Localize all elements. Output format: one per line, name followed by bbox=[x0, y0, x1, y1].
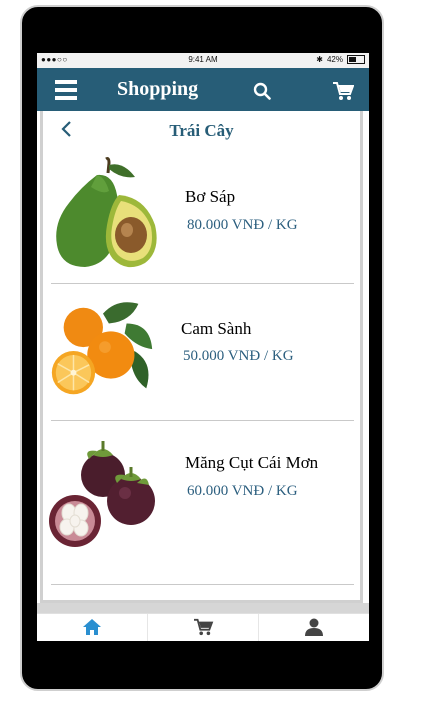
product-name: Cam Sành bbox=[181, 319, 252, 338]
battery-percent: 42% bbox=[326, 55, 343, 64]
divider bbox=[51, 584, 354, 585]
app-title: Shopping bbox=[117, 78, 199, 100]
search-icon[interactable] bbox=[253, 82, 271, 100]
bottom-strip bbox=[37, 603, 369, 613]
product-item[interactable]: Măng Cụt Cái Mơn 60.000 VNĐ / KG bbox=[49, 421, 354, 585]
cart-icon[interactable] bbox=[332, 81, 354, 101]
cart-icon bbox=[194, 618, 214, 636]
product-price: 80.000 VNĐ / KG bbox=[187, 217, 298, 233]
app-header: Shopping bbox=[37, 68, 369, 111]
app-screen: ●●●○○ 9:41 AM ✱ 42% Shopping Trái Cây Bơ… bbox=[37, 53, 369, 641]
status-right: ✱ 42% bbox=[316, 55, 365, 64]
tab-home[interactable] bbox=[37, 614, 148, 641]
mangosteen-image bbox=[49, 441, 155, 547]
avocado-image bbox=[56, 157, 157, 268]
content-panel: Trái Cây Bơ Sáp 80.000 VNĐ / KG Cam Sành… bbox=[40, 111, 363, 603]
product-item[interactable]: Bơ Sáp 80.000 VNĐ / KG bbox=[51, 149, 354, 284]
product-price: 50.000 VNĐ / KG bbox=[183, 348, 294, 364]
battery-icon bbox=[347, 55, 365, 64]
tab-cart[interactable] bbox=[148, 614, 259, 641]
orange-image bbox=[51, 302, 153, 395]
tab-profile[interactable] bbox=[259, 614, 369, 641]
product-price: 60.000 VNĐ / KG bbox=[187, 483, 298, 499]
home-icon bbox=[83, 619, 101, 635]
bluetooth-icon: ✱ bbox=[316, 55, 323, 64]
menu-icon[interactable] bbox=[55, 80, 77, 100]
page-title: Trái Cây bbox=[169, 121, 234, 140]
product-name: Măng Cụt Cái Mơn bbox=[185, 453, 319, 472]
product-item[interactable]: Cam Sành 50.000 VNĐ / KG bbox=[51, 284, 354, 421]
user-icon bbox=[305, 618, 323, 636]
product-name: Bơ Sáp bbox=[185, 187, 236, 206]
status-bar: ●●●○○ 9:41 AM ✱ 42% bbox=[37, 53, 369, 68]
tab-bar bbox=[37, 613, 369, 641]
